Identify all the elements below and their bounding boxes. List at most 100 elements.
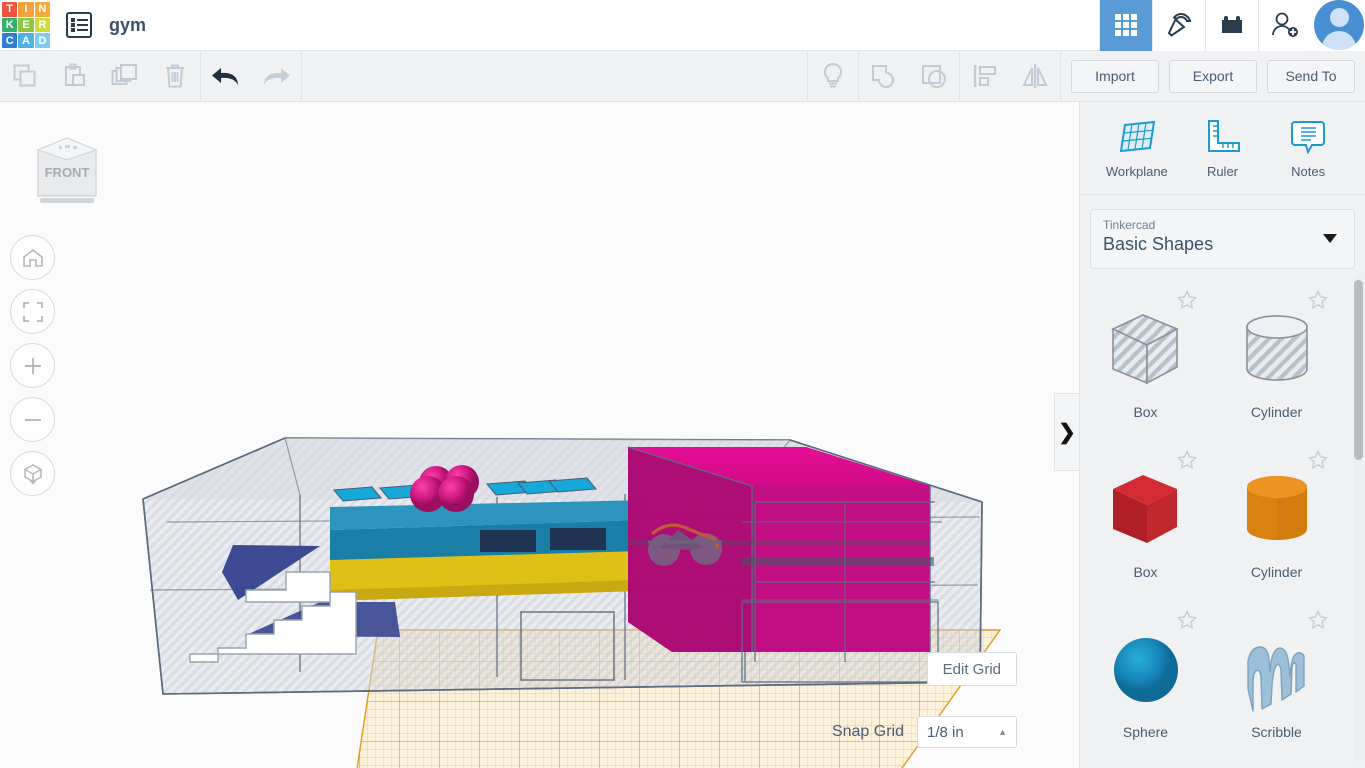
shapes-panel: Workplane Ruler Notes Tinkercad Basic Sh… <box>1079 102 1365 768</box>
view-cube-face-label: FRONT <box>45 165 90 180</box>
shape-label: Cylinder <box>1250 404 1303 420</box>
paste-icon[interactable] <box>50 51 100 102</box>
mirror-icon[interactable] <box>1010 51 1060 102</box>
clipboard-tools <box>0 51 200 102</box>
ungroup-icon[interactable] <box>909 51 959 102</box>
tinkercad-editor: T I N K E R C A D gym Import Export Send… <box>0 0 1365 768</box>
align-icon[interactable] <box>960 51 1010 102</box>
shape-item-sphere[interactable]: Sphere <box>1080 602 1211 762</box>
shape-art-box-hole <box>1100 304 1192 396</box>
shape-art-scribble <box>1231 624 1323 716</box>
shape-label: Box <box>1133 404 1158 420</box>
shape-art-cylinder-orange <box>1231 464 1323 556</box>
view-cube[interactable]: FRONT <box>30 130 104 210</box>
logo-cell-e: E <box>18 17 34 33</box>
shape-library-select[interactable]: Tinkercad Basic Shapes <box>1090 209 1355 269</box>
workplane-icon <box>1119 120 1156 153</box>
workplane-tool[interactable]: Workplane <box>1098 117 1176 179</box>
trash-icon[interactable] <box>150 51 200 102</box>
pickaxe-icon[interactable] <box>1152 0 1205 51</box>
panel-tool-row: Workplane Ruler Notes <box>1080 102 1365 195</box>
shape-label: Sphere <box>1122 724 1169 740</box>
snap-grid-select[interactable]: 1/8 in ▲ <box>917 716 1017 748</box>
shape-row-3: Sphere Scribble <box>1080 602 1365 762</box>
shape-item-scribble[interactable]: Scribble <box>1211 602 1342 762</box>
home-view-icon[interactable] <box>10 235 55 280</box>
shape-row-2: Box Cylinder <box>1080 442 1365 602</box>
import-button[interactable]: Import <box>1071 59 1159 93</box>
shape-grid[interactable]: Box Cylinder Box Cylinder Sphere Scribbl… <box>1080 272 1365 768</box>
export-button[interactable]: Export <box>1169 59 1257 93</box>
shape-art-sphere <box>1100 624 1192 716</box>
favorite-star-icon[interactable] <box>1176 449 1198 474</box>
fit-view-icon[interactable] <box>10 289 55 334</box>
blocks-icon[interactable] <box>1205 0 1258 51</box>
shape-item-cylinder-orange[interactable]: Cylinder <box>1211 442 1342 602</box>
avatar-circle <box>1314 0 1364 50</box>
favorite-star-icon[interactable] <box>1307 449 1329 474</box>
shape-label: Box <box>1133 564 1158 580</box>
shape-label: Scribble <box>1251 724 1302 740</box>
tinkercad-logo[interactable]: T I N K E R C A D <box>2 2 50 48</box>
logo-cell-r: R <box>34 17 50 33</box>
logo-cell-t: T <box>2 2 18 17</box>
history-tools <box>201 51 301 102</box>
perspective-toggle-icon[interactable] <box>10 451 55 496</box>
3d-viewport[interactable]: Workplane <box>0 102 1079 768</box>
duplicate-icon[interactable] <box>100 51 150 102</box>
shape-item-cylinder-hole[interactable]: Cylinder <box>1211 282 1342 442</box>
panel-collapse-chevron-icon[interactable]: ❯ <box>1054 393 1079 471</box>
magenta-room[interactable] <box>627 446 942 662</box>
shape-label: Cylinder <box>1250 564 1303 580</box>
shape-art-cylinder-hole <box>1231 304 1323 396</box>
favorite-star-icon[interactable] <box>1307 289 1329 314</box>
hint-tools <box>808 50 1060 102</box>
header-actions <box>1099 0 1365 51</box>
add-user-icon[interactable] <box>1258 0 1311 51</box>
toolbar-divider-6 <box>1060 50 1061 102</box>
group-icon[interactable] <box>859 51 909 102</box>
favorite-star-icon[interactable] <box>1176 289 1198 314</box>
favorite-star-icon[interactable] <box>1307 609 1329 634</box>
zoom-out-icon[interactable] <box>10 397 55 442</box>
document-title[interactable]: gym <box>109 15 146 36</box>
workplane-tool-label: Workplane <box>1105 164 1168 179</box>
ruler-tool[interactable]: Ruler <box>1183 117 1261 179</box>
3d-scene[interactable]: Workplane <box>0 102 1079 768</box>
undo-icon[interactable] <box>201 51 251 102</box>
notes-icon <box>1291 121 1326 155</box>
send-to-button[interactable]: Send To <box>1267 59 1355 93</box>
logo-cell-i: I <box>18 2 34 17</box>
shape-item-box-hole[interactable]: Box <box>1080 282 1211 442</box>
panel-scrollbar-thumb[interactable] <box>1354 280 1363 460</box>
library-owner: Tinkercad <box>1103 218 1156 232</box>
window-1 <box>480 530 536 552</box>
gallery-list-icon[interactable] <box>66 12 92 38</box>
avatar-head <box>1329 8 1349 27</box>
notes-tool[interactable]: Notes <box>1269 117 1347 179</box>
avatar[interactable] <box>1313 0 1365 51</box>
logo-cell-n: N <box>34 2 50 17</box>
ruler-icon <box>1208 120 1241 152</box>
zoom-in-icon[interactable] <box>10 343 55 388</box>
logo-cell-d: D <box>34 33 50 48</box>
snap-grid-label: Snap Grid <box>831 723 904 740</box>
notes-tool-label: Notes <box>1291 164 1326 179</box>
toolbar-divider-2 <box>301 50 302 102</box>
edit-grid-button[interactable]: Edit Grid <box>926 652 1017 686</box>
logo-cell-k: K <box>2 17 18 33</box>
logo-cell-a: A <box>18 33 34 48</box>
redo-icon[interactable] <box>251 51 301 102</box>
avatar-body <box>1322 31 1356 50</box>
grid-apps-icon[interactable] <box>1099 0 1152 51</box>
lightbulb-icon[interactable] <box>808 51 858 102</box>
copy-icon[interactable] <box>0 51 50 102</box>
chevron-up-icon: ▲ <box>998 727 1007 737</box>
shape-item-box-red[interactable]: Box <box>1080 442 1211 602</box>
window-2 <box>550 528 606 550</box>
editor-toolbar: Import Export Send To <box>0 50 1365 102</box>
view-nav-controls <box>10 235 56 505</box>
favorite-star-icon[interactable] <box>1176 609 1198 634</box>
top-header-bar: T I N K E R C A D gym <box>0 0 1365 51</box>
snap-grid-control: Snap Grid 1/8 in ▲ <box>832 716 1017 748</box>
